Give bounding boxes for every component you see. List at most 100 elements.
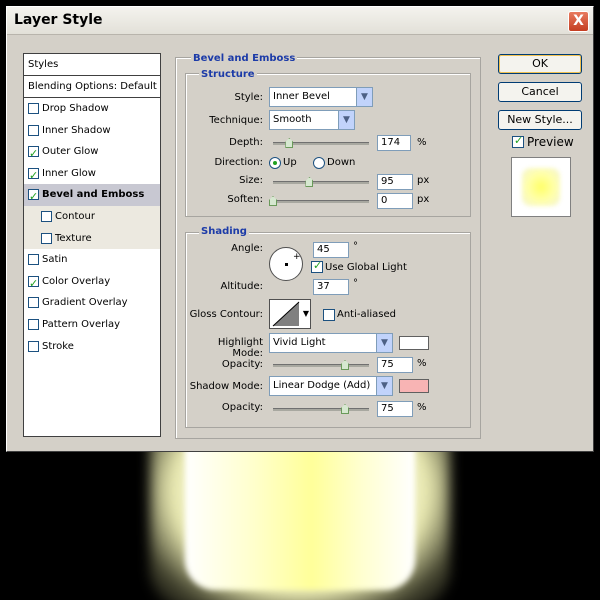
sidebar-item-label: Drop Shadow — [42, 103, 109, 114]
gloss-contour-picker[interactable]: ▼ — [269, 299, 311, 329]
close-button[interactable]: X — [568, 11, 589, 32]
sidebar-item-inner-shadow[interactable]: Inner Shadow — [24, 120, 160, 142]
structure-title: Structure — [199, 69, 257, 80]
highlight-mode-value: Vivid Light — [273, 337, 326, 348]
highlight-opacity-slider-track[interactable] — [273, 364, 369, 367]
sidebar-item-outer-glow[interactable]: Outer Glow — [24, 141, 160, 165]
angle-input[interactable]: 45 — [313, 242, 349, 258]
style-checkbox[interactable] — [28, 273, 39, 294]
soften-input[interactable]: 0 — [377, 193, 413, 209]
sidebar-item-label: Gradient Overlay — [42, 297, 128, 309]
sidebar-item-texture[interactable]: Texture — [24, 227, 160, 250]
chevron-down-icon: ▼ — [376, 377, 392, 395]
preview-thumbnail — [511, 157, 571, 217]
soften-label: Soften: — [227, 194, 263, 205]
preview-glow — [522, 168, 560, 206]
sidebar-item-label: Bevel and Emboss — [42, 189, 145, 201]
style-items: Drop Shadow Inner Shadow Outer Glow Inner G… — [24, 98, 160, 357]
chevron-down-icon: ▼ — [376, 334, 392, 352]
new-style-button[interactable]: New Style... — [498, 110, 582, 130]
style-checkbox[interactable] — [41, 210, 52, 222]
close-icon: X — [573, 13, 584, 29]
anti-aliased-checkbox[interactable] — [323, 309, 335, 321]
highlight-opacity-unit: % — [417, 358, 427, 369]
style-checkbox[interactable] — [28, 254, 39, 266]
style-checkbox[interactable] — [28, 297, 39, 309]
sidebar-item-satin[interactable]: Satin — [24, 249, 160, 271]
use-global-light-checkbox[interactable] — [311, 259, 323, 273]
highlight-mode-label: Highlight Mode: — [217, 337, 263, 359]
style-checkbox[interactable] — [28, 318, 39, 330]
title-bar: Layer Style X — [7, 7, 593, 35]
sidebar-item-inner-glow[interactable]: Inner Glow — [24, 163, 160, 186]
highlight-opacity-input[interactable]: 75 — [377, 357, 413, 373]
shadow-opacity-input[interactable]: 75 — [377, 401, 413, 417]
cancel-button[interactable]: Cancel — [498, 82, 582, 102]
sidebar-item-label: Stroke — [42, 340, 74, 352]
bevel-emboss-title: Bevel and Emboss — [191, 53, 298, 64]
ok-button[interactable]: OK — [498, 54, 582, 74]
highlight-mode-select[interactable]: Vivid Light ▼ — [269, 333, 393, 353]
sidebar-item-label: Texture — [55, 232, 92, 244]
shadow-opacity-slider-track[interactable] — [273, 408, 369, 411]
chevron-down-icon: ▼ — [302, 309, 309, 318]
sidebar-item-label: Satin — [42, 254, 68, 266]
technique-select[interactable]: Smooth ▼ — [269, 110, 355, 130]
style-checkbox[interactable] — [28, 143, 39, 165]
direction-label: Direction: — [214, 157, 263, 168]
blending-options[interactable]: Blending Options: Default — [24, 76, 160, 98]
soften-slider-track[interactable] — [273, 200, 369, 203]
shading-title: Shading — [199, 226, 249, 237]
preview-label: Preview — [527, 135, 574, 149]
styles-list: Styles Blending Options: Default Drop Sh… — [23, 53, 161, 437]
sidebar-item-bevel-and-emboss[interactable]: Bevel and Emboss — [24, 184, 160, 208]
chevron-down-icon: ▼ — [356, 88, 372, 106]
direction-down-radio[interactable] — [313, 157, 325, 169]
style-checkbox[interactable] — [28, 124, 39, 136]
direction-up-label: Up — [283, 157, 297, 168]
contour-linear-icon — [272, 301, 300, 327]
altitude-input[interactable]: 37 — [313, 279, 349, 295]
style-checkbox[interactable] — [28, 340, 39, 352]
depth-input[interactable]: 174 — [377, 135, 411, 151]
sidebar-item-contour[interactable]: Contour — [24, 205, 160, 228]
size-slider-track[interactable] — [273, 181, 369, 184]
angle-unit: ° — [353, 241, 358, 252]
shadow-mode-value: Linear Dodge (Add) — [273, 380, 371, 391]
depth-label: Depth: — [229, 137, 263, 148]
style-checkbox[interactable] — [28, 103, 39, 114]
sidebar-item-label: Inner Shadow — [42, 124, 111, 136]
dial-crosshair-icon: + — [293, 252, 301, 262]
shadow-mode-select[interactable]: Linear Dodge (Add) ▼ — [269, 376, 393, 396]
preview-checkbox[interactable] — [512, 134, 524, 148]
style-checkbox[interactable] — [41, 232, 52, 244]
style-value: Inner Bevel — [273, 91, 330, 102]
angle-dial[interactable]: + — [269, 247, 303, 281]
sidebar-item-gradient-overlay[interactable]: Gradient Overlay — [24, 292, 160, 314]
style-select[interactable]: Inner Bevel ▼ — [269, 87, 373, 107]
sidebar-item-stroke[interactable]: Stroke — [24, 336, 160, 358]
sidebar-item-drop-shadow[interactable]: Drop Shadow — [24, 98, 160, 120]
direction-up-radio[interactable] — [269, 157, 281, 169]
sidebar-item-color-overlay[interactable]: Color Overlay — [24, 271, 160, 294]
style-checkbox[interactable] — [28, 165, 39, 186]
sidebar-item-label: Outer Glow — [42, 146, 99, 158]
highlight-color-swatch[interactable] — [399, 336, 429, 350]
size-unit: px — [417, 175, 430, 186]
layer-style-dialog: Layer Style X Styles Blending Options: D… — [6, 6, 594, 452]
anti-aliased-label: Anti-aliased — [337, 309, 397, 320]
shadow-opacity-unit: % — [417, 402, 427, 413]
glow-shape-inner — [185, 440, 415, 590]
window-title: Layer Style — [14, 12, 103, 28]
style-label: Style: — [234, 92, 264, 103]
document-canvas — [0, 440, 600, 600]
sidebar-item-pattern-overlay[interactable]: Pattern Overlay — [24, 314, 160, 336]
style-checkbox[interactable] — [28, 186, 39, 208]
shadow-color-swatch[interactable] — [399, 379, 429, 393]
size-input[interactable]: 95 — [377, 174, 413, 190]
use-global-light-label: Use Global Light — [325, 262, 407, 273]
size-label: Size: — [239, 175, 263, 186]
angle-label: Angle: — [231, 243, 263, 254]
sidebar-item-label: Contour — [55, 210, 95, 222]
styles-header[interactable]: Styles — [24, 54, 160, 76]
